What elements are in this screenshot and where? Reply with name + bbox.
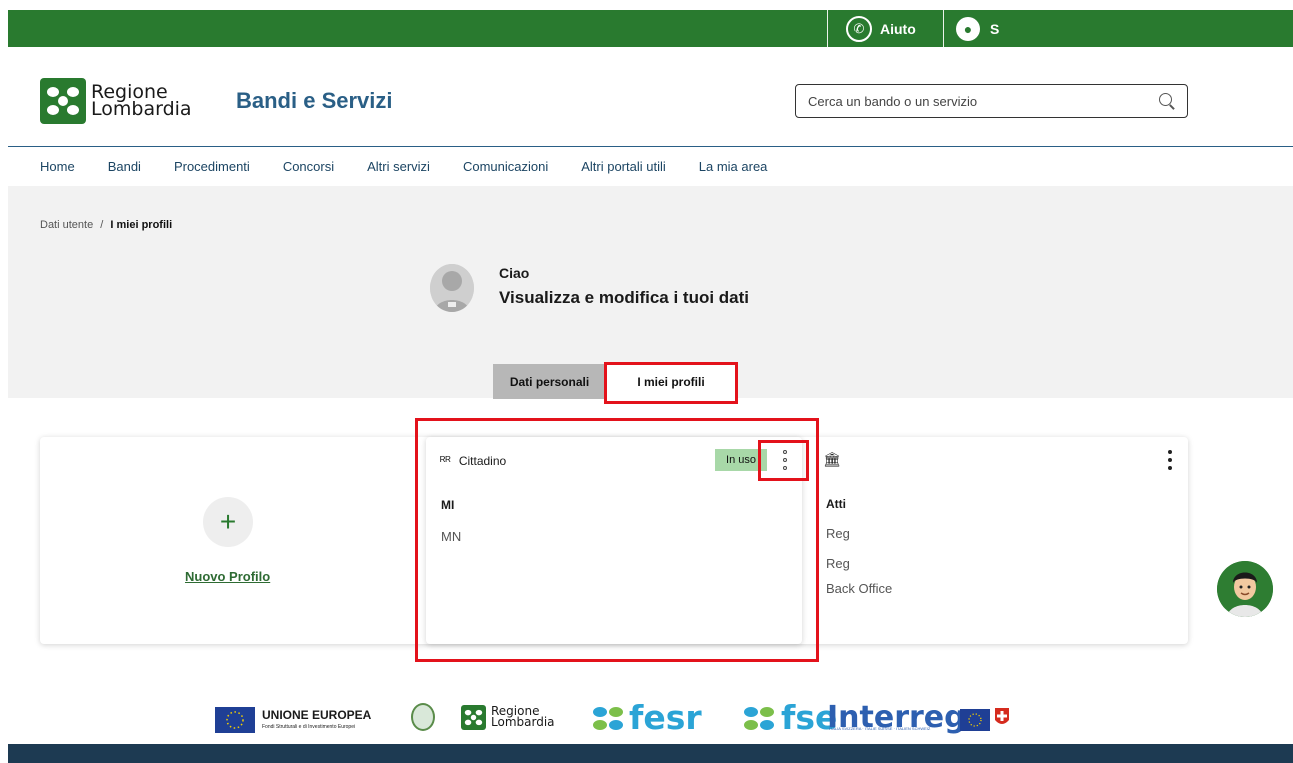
nav-item-bandi[interactable]: Bandi [108,159,141,174]
citizen-card-title: ᴿᴿ Cittadino [440,454,506,468]
phone-icon: ✆ [846,15,872,42]
user-icon: ● [956,16,980,41]
search-input[interactable]: Cerca un bando o un servizio [795,84,1188,118]
fse-mark-icon [742,704,776,732]
regione-lombardia-footer-text: Regione Lombardia [491,705,555,729]
nav-item-altri-portali[interactable]: Altri portali utili [581,159,666,174]
regione-lombardia-logo[interactable]: Regione Lombardia [40,78,192,124]
site-title[interactable]: Bandi e Servizi [236,88,393,114]
interreg-subtitle: ITALIA SVIZZERA · ITALIE SUISSE · ITALIE… [829,726,931,731]
other-card-row: Reg [826,556,850,571]
citizen-card-line-2: MN [441,529,462,544]
nav-item-procedimenti[interactable]: Procedimenti [174,159,250,174]
top-bar-separator [827,10,828,47]
in-use-badge: In uso [715,449,767,471]
add-profile-icon[interactable]: + [203,497,253,547]
chatbot-avatar-icon[interactable] [1217,561,1273,617]
regione-lombardia-footer-icon [461,705,486,730]
eu-flag-small-icon [960,709,990,731]
eu-flag-icon [215,707,255,733]
nav-divider [8,146,1293,147]
logo-line-2: Lombardia [91,98,192,120]
footer-logos: UNIONE EUROPEA Fondi Strutturali e di In… [215,698,1035,737]
rl-line-2: Lombardia [491,715,555,729]
page-subtitle: Visualizza e modifica i tuoi dati [499,288,750,307]
nav-item-concorsi[interactable]: Concorsi [283,159,334,174]
logo-text: Regione Lombardia [91,83,192,120]
user-label: S [990,20,1000,37]
nav-item-comunicazioni[interactable]: Comunicazioni [463,159,548,174]
logo-mark-icon [40,78,86,124]
eu-subtitle: Fondi Strutturali e di Investimento Euro… [262,724,356,730]
breadcrumb-current: I miei profili [110,219,173,231]
top-bar: ✆ Aiuto ● S [8,10,1293,47]
italian-republic-emblem-icon [411,703,435,731]
help-label: Aiuto [880,20,916,37]
nav-item-la-mia-area[interactable]: La mia area [699,159,768,174]
tab-dati-personali[interactable]: Dati personali [493,364,606,399]
other-card-title: Atti [826,497,846,511]
other-card-row: Back Office [826,581,893,596]
breadcrumb: Dati utente / I miei profili [40,219,172,231]
help-link[interactable]: ✆ Aiuto [846,10,916,47]
greeting: Ciao [499,265,530,281]
tab-i-miei-profili[interactable]: I miei profili [606,364,736,399]
eu-title: UNIONE EUROPEA [262,708,372,722]
fesr-text: fesr [629,698,702,737]
top-bar-separator [943,10,944,47]
breadcrumb-separator: / [100,219,104,231]
avatar [430,264,474,312]
breadcrumb-parent[interactable]: Dati utente [40,219,93,231]
nav-item-home[interactable]: Home [40,159,75,174]
fesr-mark-icon [591,704,625,732]
citizen-title-label: Cittadino [458,454,507,468]
other-card-row: Reg [826,526,850,541]
nav-item-altri-servizi[interactable]: Altri servizi [367,159,430,174]
new-profile-link[interactable]: Nuovo Profilo [185,569,270,584]
swiss-shield-icon [995,708,1009,728]
search-placeholder: Cerca un bando o un servizio [808,93,978,109]
building-icon: 🏛 [823,451,841,467]
search-icon[interactable] [1159,93,1175,109]
other-card-menu-icon[interactable] [1166,450,1174,470]
main-nav: Home Bandi Procedimenti Concorsi Altri s… [40,159,800,174]
citizen-card-menu-icon[interactable] [781,450,789,470]
users-icon: ᴿᴿ [440,454,451,468]
footer-bar [8,744,1293,763]
citizen-card-line-1: MI [441,498,455,512]
user-menu[interactable]: ● S [956,10,999,47]
